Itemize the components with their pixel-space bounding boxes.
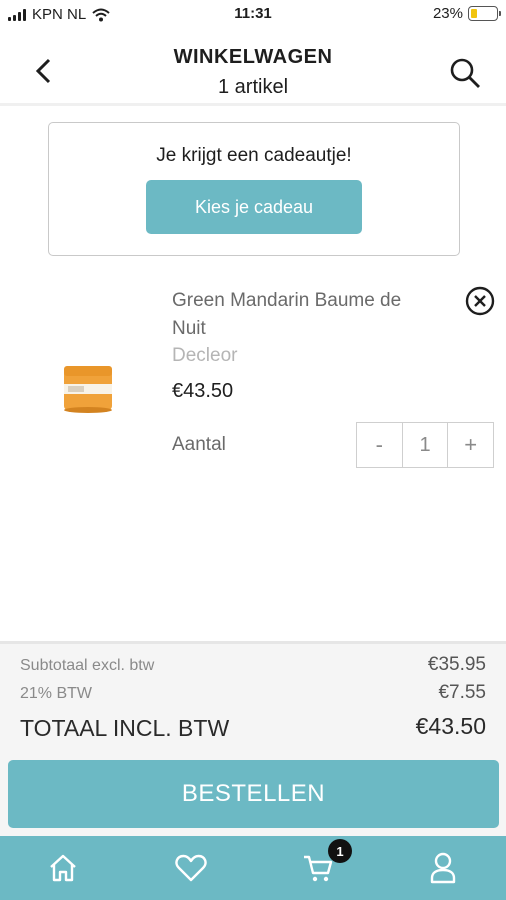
quantity-label: Aantal — [172, 434, 226, 455]
product-price: €43.50 — [172, 380, 234, 402]
status-bar: KPN NL 11:31 23% — [0, 0, 506, 30]
battery-area: 23% — [432, 5, 501, 22]
vat-label: 21% BTW — [20, 685, 93, 702]
clock: 11:31 — [234, 5, 272, 22]
increase-button[interactable]: + — [448, 423, 493, 467]
search-icon[interactable] — [448, 56, 482, 90]
total-value: €43.50 — [415, 713, 486, 739]
gift-message: Je krijgt een cadeautje! — [156, 145, 352, 166]
subtotal-label: Subtotaal excl. btw — [20, 657, 155, 674]
item-count: 1 artikel — [217, 76, 289, 98]
quantity-stepper: - 1 + — [356, 422, 494, 468]
user-icon[interactable] — [425, 850, 461, 886]
battery-percent: 23% — [432, 5, 463, 22]
home-icon[interactable] — [45, 850, 81, 886]
decrease-button[interactable]: - — [357, 423, 402, 467]
close-icon[interactable] — [465, 286, 495, 316]
quantity-value[interactable]: 1 — [401, 423, 449, 467]
gift-banner: Je krijgt een cadeautje! Kies je cadeau — [48, 122, 460, 256]
total-label: TOTAAL INCL. BTW — [20, 715, 230, 741]
heart-icon[interactable] — [173, 850, 209, 886]
product-name[interactable]: Green Mandarin Baume de Nuit — [172, 287, 412, 343]
page-title: WINKELWAGEN — [173, 46, 333, 68]
tab-bar: 1 — [0, 836, 506, 900]
header: WINKELWAGEN 1 artikel — [0, 32, 506, 106]
product-image — [62, 362, 114, 418]
cart-badge: 1 — [328, 839, 352, 863]
product-brand: Decleor — [172, 345, 238, 366]
vat-value: €7.55 — [438, 682, 486, 703]
battery-icon — [468, 6, 501, 21]
subtotal-value: €35.95 — [427, 654, 486, 675]
order-button[interactable]: BESTELLEN — [8, 760, 499, 828]
choose-gift-button[interactable]: Kies je cadeau — [146, 180, 362, 234]
